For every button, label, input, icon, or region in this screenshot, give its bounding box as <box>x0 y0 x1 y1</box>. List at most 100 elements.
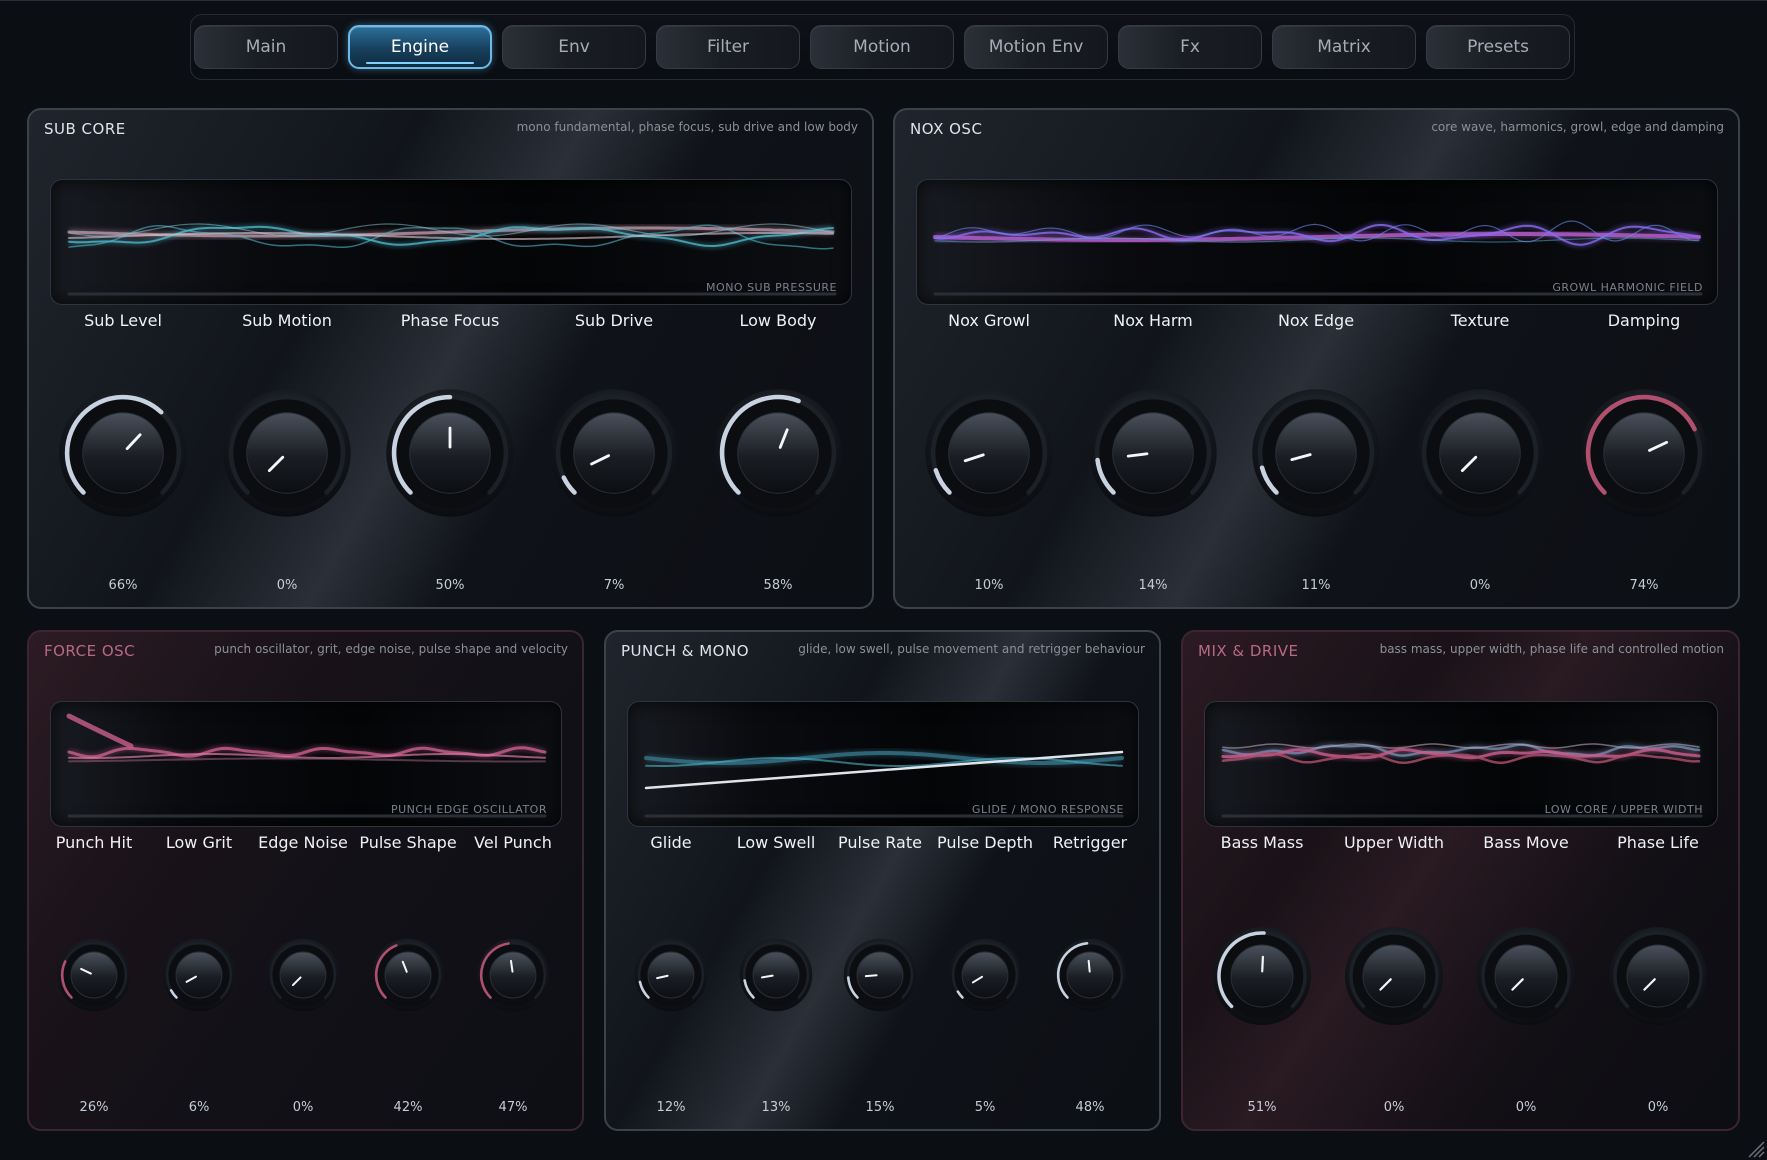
knob-value: 51% <box>1247 1100 1277 1115</box>
panel-description: core wave, harmonics, growl, edge and da… <box>1431 120 1724 134</box>
knob-value: 7% <box>603 578 625 593</box>
knob-label: Pulse Rate <box>838 833 922 852</box>
knob-label: Pulse Shape <box>359 833 457 852</box>
retrigger-knob[interactable] <box>1053 938 1127 1012</box>
knob-value: 0% <box>1515 1100 1537 1115</box>
sub-drive-knob[interactable] <box>549 388 679 518</box>
knob-label: Low Body <box>739 311 817 330</box>
knob-label: Upper Width <box>1343 833 1445 852</box>
pulse-shape-knob[interactable] <box>371 938 445 1012</box>
knob-value: 14% <box>1138 578 1168 593</box>
tab-env[interactable]: Env <box>502 25 646 69</box>
resize-grip-icon[interactable] <box>1745 1138 1765 1158</box>
display-label: MONO SUB PRESSURE <box>706 281 837 294</box>
upper-width-knob[interactable] <box>1344 926 1444 1026</box>
nox-edge-knob[interactable] <box>1251 388 1381 518</box>
bass-move-knob[interactable] <box>1476 926 1576 1026</box>
bass-mass-knob[interactable] <box>1212 926 1312 1026</box>
mix-width-display: LOW CORE / UPPER WIDTH <box>1204 701 1718 827</box>
sub-core-panel: SUB CORE mono fundamental, phase focus, … <box>27 108 874 609</box>
tab-matrix[interactable]: Matrix <box>1272 25 1416 69</box>
knob-label: Bass Mass <box>1220 833 1304 852</box>
vel-punch-knob[interactable] <box>476 938 550 1012</box>
display-label: PUNCH EDGE OSCILLATOR <box>390 803 547 816</box>
knob-value: 0% <box>292 1100 314 1115</box>
knob-value: 42% <box>393 1100 423 1115</box>
tab-motion[interactable]: Motion <box>810 25 954 69</box>
display-label: LOW CORE / UPPER WIDTH <box>1544 803 1703 816</box>
nox-waveform-display: GROWL HARMONIC FIELD <box>916 179 1718 305</box>
knob-value: 47% <box>498 1100 528 1115</box>
nox-growl-knob[interactable] <box>924 388 1054 518</box>
panel-title: NOX OSC <box>910 120 983 138</box>
nox-harm-knob[interactable] <box>1088 388 1218 518</box>
knob-label: Glide <box>650 833 692 852</box>
phase-life-knob[interactable] <box>1608 926 1708 1026</box>
panel-description: punch oscillator, grit, edge noise, puls… <box>214 642 568 656</box>
knob-value: 0% <box>1647 1100 1669 1115</box>
panel-description: glide, low swell, pulse movement and ret… <box>798 642 1145 656</box>
panel-description: mono fundamental, phase focus, sub drive… <box>516 120 858 134</box>
knob-value: 0% <box>1383 1100 1405 1115</box>
tab-presets[interactable]: Presets <box>1426 25 1570 69</box>
mix-drive-panel: MIX & DRIVE bass mass, upper width, phas… <box>1181 630 1740 1131</box>
glide-knob[interactable] <box>634 938 708 1012</box>
tab-main[interactable]: Main <box>194 25 338 69</box>
knob-value: 15% <box>865 1100 895 1115</box>
knob-value: 11% <box>1301 578 1331 593</box>
knob-label: Nox Growl <box>948 311 1030 330</box>
low-body-knob[interactable] <box>713 388 843 518</box>
damping-knob[interactable] <box>1579 388 1709 518</box>
knob-label: Nox Edge <box>1277 311 1355 330</box>
knob-label: Low Grit <box>165 833 233 852</box>
display-label: GROWL HARMONIC FIELD <box>1552 281 1703 294</box>
knob-value: 10% <box>974 578 1004 593</box>
knob-label: Damping <box>1607 311 1681 330</box>
knob-label: Pulse Depth <box>937 833 1033 852</box>
knob-value: 12% <box>656 1100 686 1115</box>
punch-mono-panel: PUNCH & MONO glide, low swell, pulse mov… <box>604 630 1161 1131</box>
sub-motion-knob[interactable] <box>222 388 352 518</box>
knob-value: 50% <box>435 578 465 593</box>
knob-label: Edge Noise <box>258 833 348 852</box>
nox-osc-panel: NOX OSC core wave, harmonics, growl, edg… <box>893 108 1740 609</box>
knob-label: Phase Focus <box>400 311 500 330</box>
knob-label: Bass Move <box>1483 833 1569 852</box>
knob-value: 58% <box>763 578 793 593</box>
knob-label: Phase Life <box>1617 833 1699 852</box>
knob-label: Vel Punch <box>474 833 552 852</box>
knob-label: Sub Level <box>84 311 162 330</box>
display-label: GLIDE / MONO RESPONSE <box>971 803 1124 816</box>
punch-hit-knob[interactable] <box>57 938 131 1012</box>
pulse-depth-knob[interactable] <box>948 938 1022 1012</box>
knob-label: Low Swell <box>736 833 816 852</box>
knob-label: Sub Motion <box>242 311 332 330</box>
low-grit-knob[interactable] <box>162 938 236 1012</box>
phase-focus-knob[interactable] <box>385 388 515 518</box>
knob-value: 66% <box>108 578 138 593</box>
knob-value: 0% <box>276 578 298 593</box>
knob-value: 5% <box>974 1100 996 1115</box>
panel-title: SUB CORE <box>44 120 126 138</box>
tab-engine[interactable]: Engine <box>348 25 492 69</box>
knob-label: Punch Hit <box>55 833 133 852</box>
tab-motion-env[interactable]: Motion Env <box>964 25 1108 69</box>
sub-level-knob[interactable] <box>58 388 188 518</box>
knob-value: 13% <box>761 1100 791 1115</box>
edge-noise-knob[interactable] <box>266 938 340 1012</box>
texture-knob[interactable] <box>1415 388 1545 518</box>
tab-fx[interactable]: Fx <box>1118 25 1262 69</box>
tab-filter[interactable]: Filter <box>656 25 800 69</box>
glide-response-display: GLIDE / MONO RESPONSE <box>627 701 1139 827</box>
force-osc-panel: FORCE OSC punch oscillator, grit, edge n… <box>27 630 584 1131</box>
knob-label: Nox Harm <box>1113 311 1193 330</box>
panel-title: FORCE OSC <box>44 642 136 660</box>
knob-label: Retrigger <box>1052 833 1128 852</box>
knob-value: 6% <box>188 1100 210 1115</box>
pulse-rate-knob[interactable] <box>843 938 917 1012</box>
knob-value: 26% <box>79 1100 109 1115</box>
knob-value: 48% <box>1075 1100 1105 1115</box>
force-waveform-display: PUNCH EDGE OSCILLATOR <box>50 701 562 827</box>
low-swell-knob[interactable] <box>739 938 813 1012</box>
panel-title: PUNCH & MONO <box>621 642 750 660</box>
